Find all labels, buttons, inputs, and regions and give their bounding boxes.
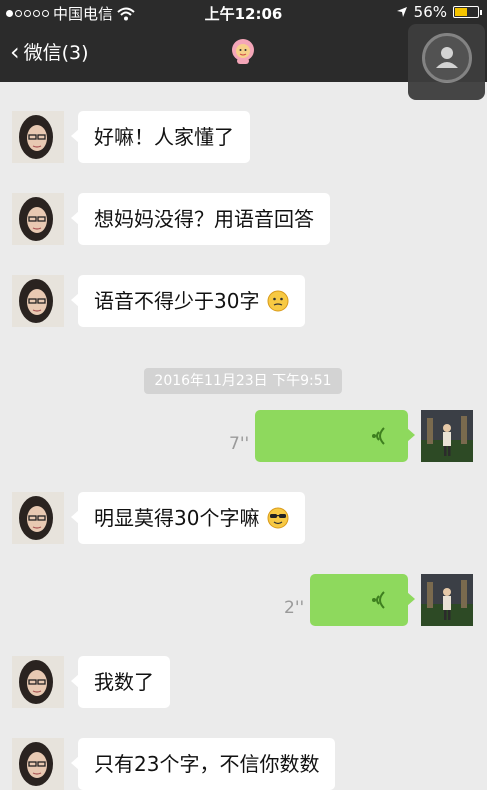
sunglasses-emoji-icon — [267, 507, 289, 529]
back-button[interactable]: ‹ 微信(3) — [10, 38, 89, 65]
contact-avatar[interactable] — [12, 111, 64, 163]
sent-voice-bubble[interactable] — [255, 410, 415, 462]
contact-avatar[interactable] — [12, 275, 64, 327]
chat-header: ‹ 微信(3) — [0, 24, 487, 100]
my-avatar[interactable] — [421, 410, 473, 462]
sent-voice-bubble[interactable] — [310, 574, 415, 626]
person-icon — [422, 33, 472, 83]
battery-percent: 56% — [413, 3, 447, 21]
status-right: 56% — [396, 3, 482, 21]
night-scene-photo-icon — [421, 410, 473, 462]
my-avatar[interactable] — [421, 574, 473, 626]
woman-portrait-icon — [12, 738, 64, 790]
woman-portrait-icon — [12, 275, 64, 327]
contact-avatar[interactable] — [12, 738, 64, 790]
voice-wave-icon — [372, 427, 385, 445]
location-arrow-icon — [396, 7, 407, 17]
message-text: 语音不得少于30字 — [94, 289, 260, 313]
contact-profile-button[interactable] — [408, 24, 485, 100]
woman-portrait-icon — [12, 656, 64, 708]
chat-timestamp: 2016年11月23日 下午9:51 — [144, 368, 342, 394]
status-bar: 中国电信 上午12:06 56% — [0, 0, 487, 24]
voice-duration: 2'' — [284, 598, 305, 618]
contact-emoji-icon — [232, 39, 254, 64]
woman-portrait-icon — [12, 193, 64, 245]
voice-wave-icon — [372, 591, 385, 609]
woman-portrait-icon — [12, 111, 64, 163]
received-message-bubble[interactable]: 语音不得少于30字 — [70, 275, 306, 327]
received-message-bubble[interactable]: 好嘛！人家懂了 — [71, 111, 250, 163]
back-label: 微信(3) — [23, 42, 89, 64]
night-scene-photo-icon — [421, 574, 473, 626]
battery-icon — [453, 6, 482, 18]
received-message-bubble[interactable]: 我数了 — [71, 656, 170, 708]
chevron-left-icon: ‹ — [10, 37, 20, 66]
received-message-bubble[interactable]: 只有23个字，不信你数数 — [70, 738, 336, 790]
received-message-bubble[interactable]: 明显莫得30个字嘛 — [70, 492, 306, 544]
thinking-emoji-icon — [267, 290, 289, 312]
voice-duration: 7'' — [229, 434, 250, 454]
contact-avatar[interactable] — [12, 492, 64, 544]
contact-avatar[interactable] — [12, 193, 64, 245]
contact-avatar[interactable] — [12, 656, 64, 708]
received-message-bubble[interactable]: 想妈妈没得？用语音回答 — [71, 193, 330, 245]
woman-portrait-icon — [12, 492, 64, 544]
message-text: 明显莫得30个字嘛 — [94, 506, 260, 530]
